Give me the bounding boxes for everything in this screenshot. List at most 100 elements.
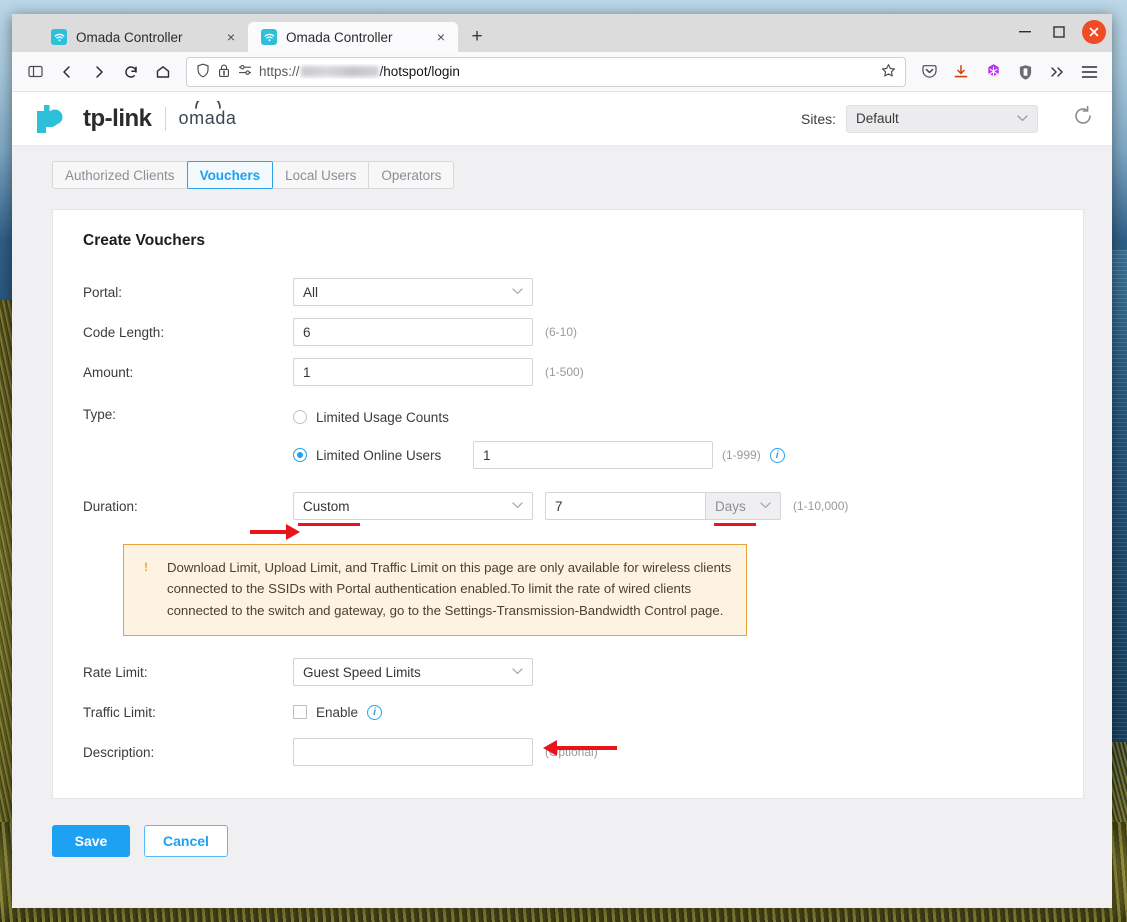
app-menu-icon[interactable] [1074, 57, 1104, 87]
portal-select[interactable]: All [293, 278, 533, 306]
back-button[interactable] [52, 57, 82, 87]
url-path: /hotspot/login [379, 64, 460, 79]
refresh-icon[interactable] [1072, 105, 1094, 133]
close-window-button[interactable] [1082, 20, 1106, 44]
close-tab-icon[interactable]: × [223, 30, 239, 44]
browser-navbar: https:// /hotspot/login [12, 52, 1112, 92]
hotspot-nav-tabs: Authorized Clients Vouchers Local Users … [12, 146, 1112, 189]
tab-title: Omada Controller [286, 29, 393, 45]
duration-mode-value: Custom [303, 498, 350, 514]
downloads-icon[interactable] [946, 57, 976, 87]
warning-icon: ! [144, 560, 148, 574]
code-length-input[interactable]: 6 [293, 318, 533, 346]
logo-divider [164, 106, 166, 131]
field-row-rate-limit: Rate Limit: Guest Speed Limits [53, 652, 1083, 692]
tab-local-users[interactable]: Local Users [272, 161, 370, 189]
tab-strip: Omada Controller × Omada Controller × + [12, 22, 492, 52]
tab-vouchers[interactable]: Vouchers [186, 161, 274, 189]
permissions-icon[interactable] [238, 64, 252, 79]
tab-title: Omada Controller [76, 29, 183, 45]
online-users-hint: (1-999) [722, 448, 761, 462]
omada-app: tp-link omada Sites: Default Authorized … [12, 92, 1112, 908]
radio-limited-online-users[interactable]: Limited Online Users 1 (1-999) i [293, 440, 785, 470]
new-tab-button[interactable]: + [462, 22, 492, 52]
chevron-down-icon [512, 286, 523, 298]
extension-icon[interactable] [978, 57, 1008, 87]
chevron-down-icon [512, 666, 523, 678]
tab-operators[interactable]: Operators [368, 161, 455, 189]
browser-titlebar: Omada Controller × Omada Controller × + [12, 14, 1112, 52]
online-users-value: 1 [483, 447, 491, 463]
duration-mode-select[interactable]: Custom [293, 492, 533, 526]
rate-limit-label: Rate Limit: [83, 664, 148, 680]
duration-unit-select[interactable]: Days [705, 492, 781, 526]
star-icon[interactable] [881, 63, 896, 81]
url-text[interactable]: https:// /hotspot/login [259, 64, 874, 79]
wifi-icon [51, 29, 67, 45]
app-header: tp-link omada Sites: Default [12, 92, 1112, 146]
ublock-shield-icon[interactable] [1010, 57, 1040, 87]
chevron-down-icon [512, 500, 523, 512]
rate-limit-value: Guest Speed Limits [303, 664, 421, 680]
info-icon[interactable]: i [367, 704, 383, 720]
brand-logo: tp-link omada [34, 101, 237, 135]
warning-banner: ! Download Limit, Upload Limit, and Traf… [123, 544, 747, 637]
page-title: Create Vouchers [83, 232, 206, 249]
overflow-chevrons-icon[interactable] [1042, 57, 1072, 87]
minimize-button[interactable] [1009, 18, 1041, 46]
browser-tab-1[interactable]: Omada Controller × [38, 22, 248, 52]
radio-button[interactable] [293, 448, 307, 462]
traffic-limit-enable-label: Enable [316, 704, 359, 720]
lock-warning-icon[interactable] [217, 63, 231, 81]
online-users-input[interactable]: 1 [473, 441, 713, 469]
field-row-duration: Duration: Custom 7 Days (1-10,000) [53, 486, 1083, 526]
amount-hint: (1-500) [545, 365, 584, 379]
code-length-label: Code Length: [83, 324, 165, 340]
pocket-icon[interactable] [914, 57, 944, 87]
field-row-portal: Portal: All [53, 272, 1083, 312]
rate-limit-select[interactable]: Guest Speed Limits [293, 658, 533, 687]
description-label: Description: [83, 744, 155, 760]
field-row-code-length: Code Length: 6 (6-10) [53, 312, 1083, 352]
sites-label: Sites: [800, 110, 836, 127]
home-button[interactable] [148, 57, 178, 87]
sites-selector[interactable]: Sites: Default [800, 104, 1038, 133]
warning-text: Download Limit, Upload Limit, and Traffi… [167, 560, 732, 618]
sites-dropdown[interactable]: Default [846, 104, 1038, 133]
amount-input[interactable]: 1 [293, 358, 533, 386]
sites-value: Default [856, 111, 899, 126]
shield-icon[interactable] [196, 63, 210, 81]
duration-value-input[interactable]: 7 [545, 492, 705, 520]
wifi-icon [261, 29, 277, 45]
url-scheme: https:// [259, 64, 300, 79]
portal-label: Portal: [83, 284, 123, 300]
description-input[interactable] [293, 738, 533, 767]
reload-button[interactable] [116, 57, 146, 87]
traffic-limit-checkbox[interactable] [293, 705, 307, 720]
forward-button[interactable] [84, 57, 114, 87]
browser-tab-2[interactable]: Omada Controller × [248, 22, 458, 52]
radio-button[interactable] [293, 410, 307, 424]
omada-wifi-arc-icon [194, 101, 221, 109]
code-length-hint: (6-10) [545, 325, 578, 339]
portal-value: All [303, 284, 319, 300]
form-actions: Save Cancel [12, 799, 1112, 858]
radio-label: Limited Online Users [316, 447, 442, 463]
url-bar[interactable]: https:// /hotspot/login [186, 56, 906, 87]
radio-limited-usage-counts[interactable]: Limited Usage Counts [293, 402, 785, 432]
chevron-down-icon [1017, 113, 1028, 125]
create-vouchers-card: Create Vouchers Portal: All Code Length: [52, 209, 1084, 800]
close-tab-icon[interactable]: × [433, 30, 449, 44]
info-icon[interactable]: i [769, 447, 785, 463]
amount-value: 1 [303, 364, 311, 380]
browser-window: Omada Controller × Omada Controller × + [12, 14, 1112, 908]
chevron-down-icon [760, 500, 771, 512]
maximize-button[interactable] [1043, 18, 1075, 46]
duration-hint: (1-10,000) [793, 499, 849, 513]
cancel-button[interactable]: Cancel [144, 825, 228, 858]
save-button[interactable]: Save [52, 825, 130, 858]
sidebar-icon[interactable] [20, 57, 50, 87]
duration-label: Duration: [83, 498, 138, 514]
tab-authorized-clients[interactable]: Authorized Clients [52, 161, 188, 189]
tplink-wordmark: tp-link [83, 104, 152, 132]
